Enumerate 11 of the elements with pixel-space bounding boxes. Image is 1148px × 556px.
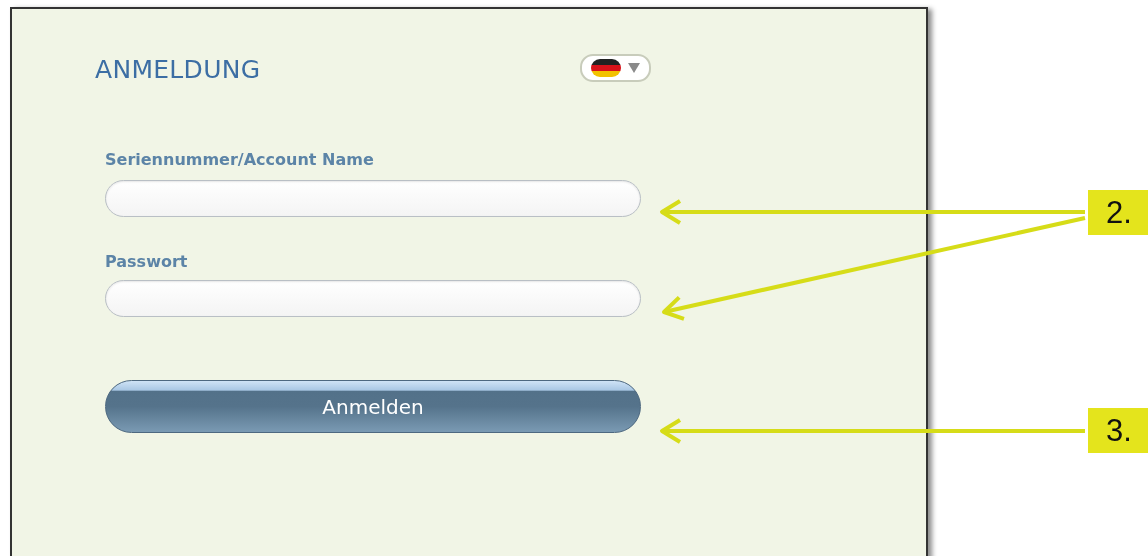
field-label: Seriennummer/Account Name xyxy=(105,150,375,169)
field-label: Passwort xyxy=(105,252,189,271)
language-dropdown[interactable] xyxy=(580,53,651,82)
caret-icon xyxy=(627,61,641,74)
login-button[interactable]: Anmelden xyxy=(105,380,641,433)
flag-icon xyxy=(591,58,621,77)
input-field[interactable] xyxy=(105,280,641,317)
login-title: ANMELDUNG xyxy=(95,55,261,84)
callout-label: 3. xyxy=(1088,408,1148,453)
callout-label: 2. xyxy=(1088,190,1148,235)
input-field[interactable] xyxy=(105,180,641,217)
